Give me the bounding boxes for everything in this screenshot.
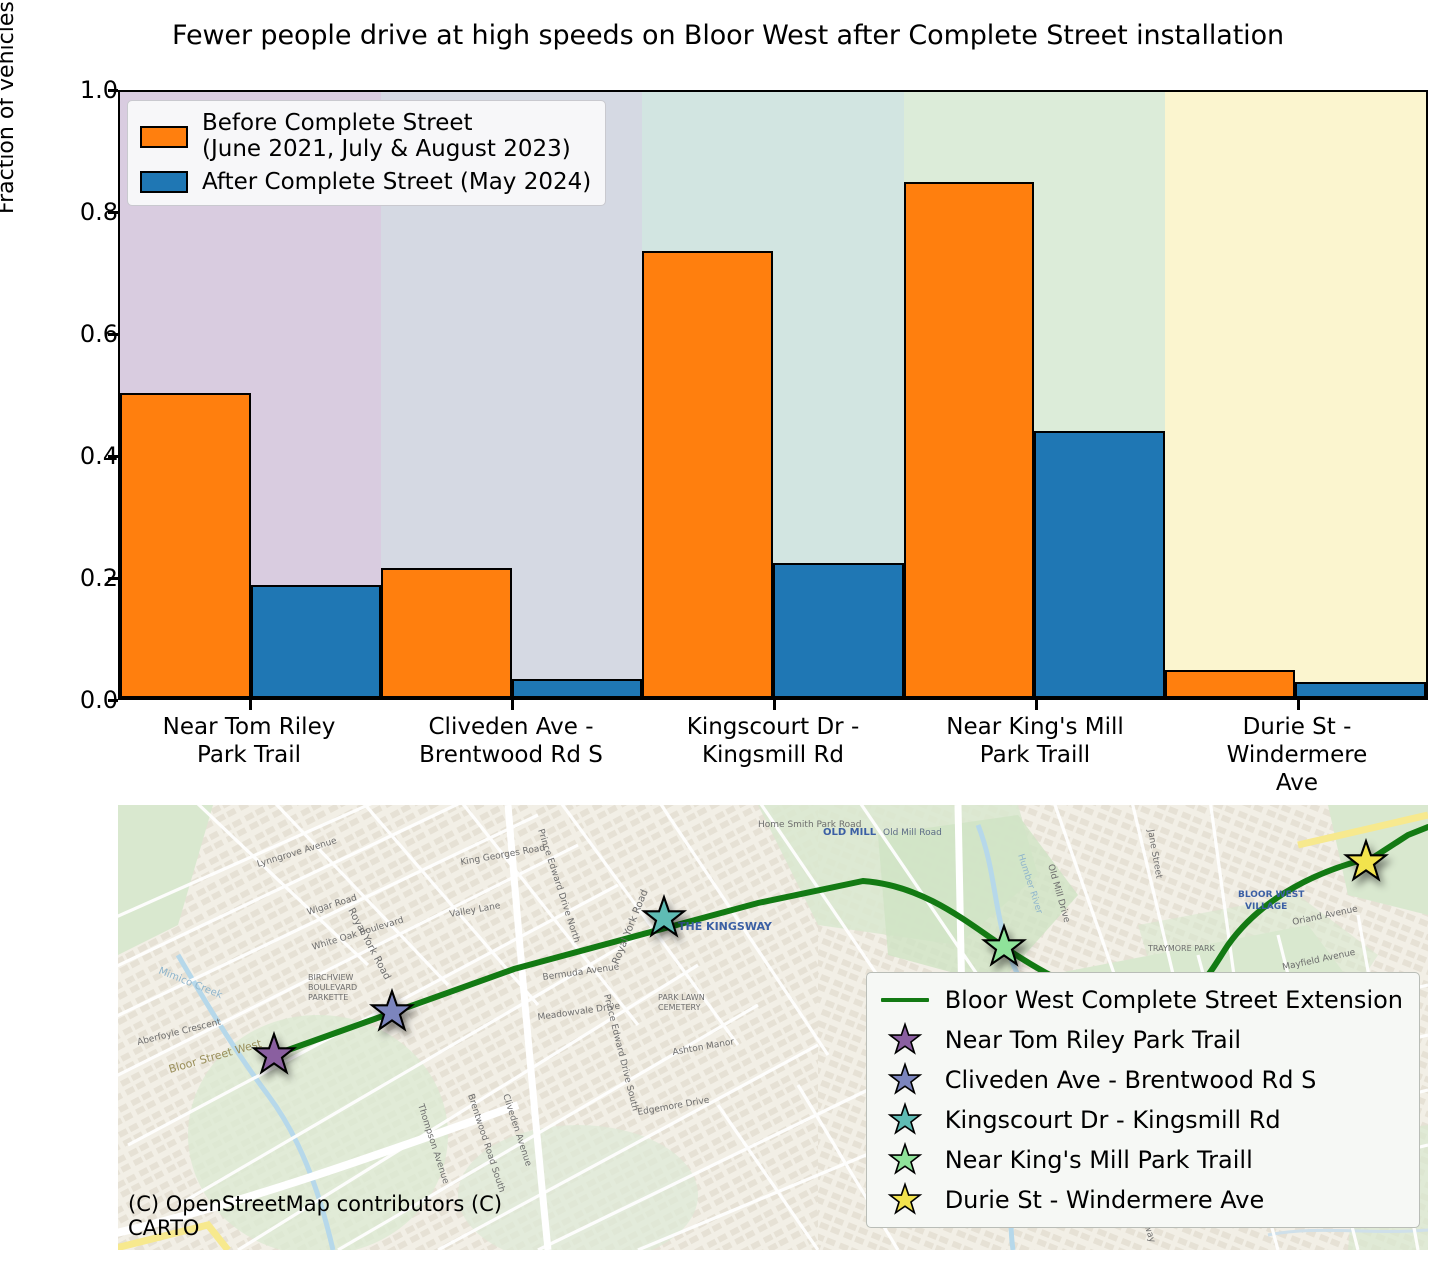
- bar-before-1[interactable]: [381, 567, 512, 698]
- y-tick-mark-0.8: [108, 211, 118, 214]
- y-tick-mark-1.0: [108, 89, 118, 92]
- x-tick-mark-4: [1297, 700, 1300, 710]
- x-tick-label-2: Kingscourt Dr - Kingsmill Rd: [686, 714, 860, 769]
- route-line-key: [877, 981, 933, 1019]
- legend-item-after: After Complete Street (May 2024): [140, 168, 592, 196]
- map-label-the-kingsway: THE KINGSWAY: [678, 920, 773, 933]
- legend-swatch-before: [140, 125, 188, 148]
- star-icon-3: [877, 1141, 933, 1179]
- x-tick-label-3: Near King's Mill Park Traill: [946, 714, 1124, 769]
- star-icon-0: [877, 1021, 933, 1059]
- map-legend: Bloor West Complete Street Extension Nea…: [865, 972, 1420, 1228]
- map-legend-label-4: Durie St - Windermere Ave: [944, 1186, 1265, 1214]
- x-tick-mark-0: [249, 700, 252, 710]
- bar-group-3: [903, 92, 1165, 698]
- bar-before-4[interactable]: [1164, 670, 1296, 698]
- map-legend-label-2: Kingscourt Dr - Kingsmill Rd: [944, 1106, 1281, 1134]
- map-legend-item-3: Near King's Mill Park Traill: [877, 1141, 1403, 1179]
- x-tick-label-0: Near Tom Riley Park Trail: [162, 714, 336, 769]
- page-title: Fewer people drive at high speeds on Blo…: [171, 20, 1285, 51]
- map-legend-item-route: Bloor West Complete Street Extension: [877, 981, 1403, 1019]
- bar-group-2: [642, 92, 904, 698]
- y-tick-0.2: 0.2: [79, 564, 118, 592]
- y-tick-mark-0.6: [108, 333, 118, 336]
- bar-before-0[interactable]: [120, 393, 251, 698]
- map-label-park-lawn: PARK LAWN: [658, 993, 705, 1002]
- map-legend-item-0: Near Tom Riley Park Trail: [877, 1021, 1403, 1059]
- bar-before-3[interactable]: [903, 182, 1035, 698]
- legend-swatch-after: [140, 171, 188, 194]
- map-attribution: (C) OpenStreetMap contributors (C) CARTO: [128, 1191, 503, 1240]
- x-tick-label-1: Cliveden Ave - Brentwood Rd S: [419, 714, 603, 769]
- bar-after-3[interactable]: [1034, 430, 1165, 698]
- map-legend-label-0: Near Tom Riley Park Trail: [944, 1026, 1242, 1054]
- legend-label-after: After Complete Street (May 2024): [202, 168, 592, 195]
- map-label-traymore-park: TRAYMORE PARK: [1147, 944, 1216, 953]
- bar-after-0[interactable]: [250, 585, 382, 698]
- bar-after-2[interactable]: [773, 562, 904, 698]
- map-legend-label-route: Bloor West Complete Street Extension: [944, 986, 1403, 1014]
- map-legend-label-1: Cliveden Ave - Brentwood Rd S: [944, 1066, 1317, 1094]
- map-label-birchview: BIRCHVIEW: [308, 973, 353, 982]
- star-icon-4: [877, 1181, 933, 1219]
- x-tick-label-4: Durie St - Windermere Ave: [1226, 714, 1368, 797]
- map-label-boulevard: BOULEVARD: [308, 983, 357, 992]
- x-tick-mark-2: [773, 700, 776, 710]
- star-icon-1: [877, 1061, 933, 1099]
- map-label-old-mill-road: Old Mill Road: [883, 828, 942, 838]
- map-legend-item-4: Durie St - Windermere Ave: [877, 1181, 1403, 1219]
- legend-label-before: Before Complete Street (June 2021, July …: [202, 110, 571, 162]
- map-label-parkette: PARKETTE: [308, 993, 348, 1002]
- map-panel[interactable]: Bloor Street West THE KINGSWAY Royal Yor…: [118, 805, 1428, 1250]
- x-tick-mark-3: [1035, 700, 1038, 710]
- bar-after-1[interactable]: [511, 679, 643, 698]
- map-label-bloor-west: BLOOR WEST: [1238, 890, 1305, 900]
- map-label-village: VILLAGE: [1245, 902, 1287, 912]
- bar-before-2[interactable]: [642, 250, 773, 698]
- y-tick-mark-0.4: [108, 455, 118, 458]
- bar-chart-legend: Before Complete Street (June 2021, July …: [127, 100, 607, 207]
- y-tick-0.0: 0.0: [79, 686, 118, 714]
- x-tick-mark-1: [511, 700, 514, 710]
- y-tick-0.4: 0.4: [79, 442, 118, 470]
- y-tick-1.0: 1.0: [79, 76, 118, 104]
- map-label-cemetery: CEMETERY: [658, 1003, 701, 1012]
- legend-item-before: Before Complete Street (June 2021, July …: [140, 110, 591, 163]
- y-tick-0.8: 0.8: [79, 198, 118, 226]
- y-tick-mark-0.2: [108, 577, 118, 580]
- bar-group-4: [1164, 92, 1426, 698]
- star-icon-2: [877, 1101, 933, 1139]
- map-label-home-smith: Home Smith Park Road: [758, 820, 861, 830]
- map-legend-item-1: Cliveden Ave - Brentwood Rd S: [877, 1061, 1403, 1099]
- map-legend-item-2: Kingscourt Dr - Kingsmill Rd: [877, 1101, 1403, 1139]
- bar-after-4[interactable]: [1295, 682, 1426, 698]
- map-legend-label-3: Near King's Mill Park Traill: [944, 1146, 1253, 1174]
- y-tick-mark-0.0: [108, 699, 118, 702]
- y-tick-0.6: 0.6: [79, 320, 118, 348]
